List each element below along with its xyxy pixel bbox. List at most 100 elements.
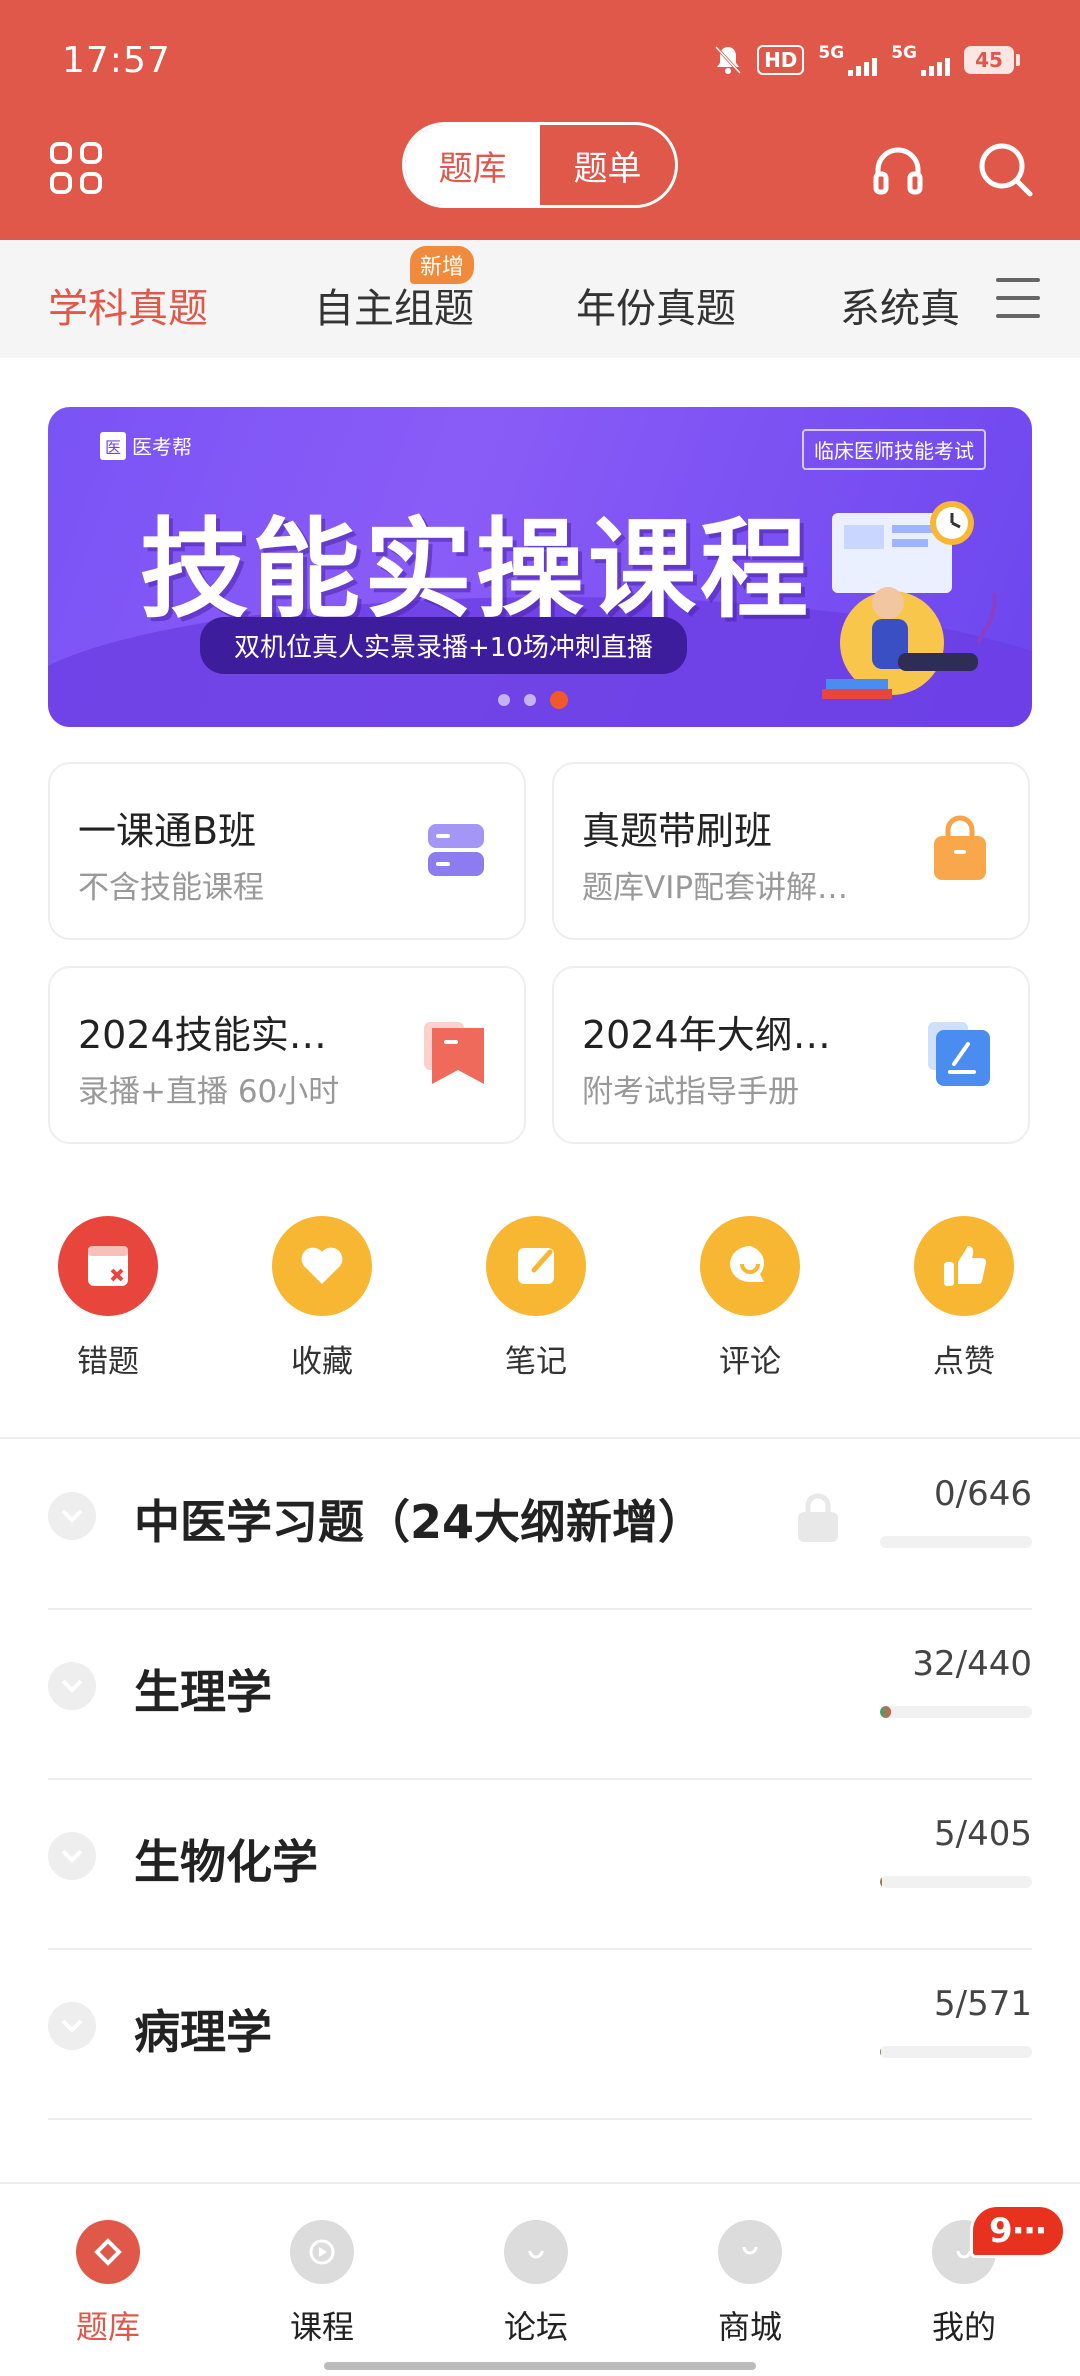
signal-5g-2: 5G	[891, 44, 950, 76]
subject-name: 生理学	[134, 1665, 272, 1719]
status-time: 17:57	[62, 39, 171, 81]
tab-question-list[interactable]: 题单	[540, 125, 675, 205]
progress-bar	[880, 1536, 1032, 1548]
subject-row[interactable]: 生物化学 5/405	[48, 1780, 1032, 1950]
card-title: 2024技能实…	[78, 1013, 327, 1057]
tab-subject-exams[interactable]: 学科真题	[48, 276, 208, 334]
notes-button[interactable]: 笔记	[466, 1216, 606, 1381]
nav-label: 课程	[289, 2308, 354, 2346]
header-bar: 17:57 HD 5G 5G 45 题库 题单	[0, 0, 1080, 240]
search-icon[interactable]	[976, 140, 1034, 198]
quick-action-label: 错题	[77, 1344, 139, 1380]
thumb-icon	[914, 1216, 1014, 1316]
subject-name: 病理学	[134, 2005, 272, 2059]
shop-icon	[718, 2220, 782, 2284]
menu-icon[interactable]	[996, 278, 1040, 318]
tab-year-exams[interactable]: 年份真题	[576, 276, 736, 334]
nav-forum[interactable]: 论坛	[466, 2220, 606, 2348]
favorites-button[interactable]: 收藏	[252, 1216, 392, 1381]
subject-name: 中医学习题（24大纲新增）	[134, 1495, 705, 1549]
quick-action-label: 点赞	[933, 1344, 995, 1380]
subject-row[interactable]: 中医学习题（24大纲新增） 0/646	[48, 1440, 1032, 1610]
banner-subtitle: 双机位真人实景录播+10场冲刺直播	[200, 617, 687, 674]
bottom-nav: 题库 课程 论坛 商城 我的	[0, 2182, 1080, 2376]
banner-tag: 临床医师技能考试	[802, 429, 986, 470]
signal-bars-icon	[848, 57, 878, 76]
nav-label: 论坛	[503, 2308, 568, 2346]
section-divider	[0, 1437, 1080, 1439]
card-title: 2024年大纲…	[582, 1013, 831, 1057]
lock-icon	[798, 1493, 838, 1542]
subject-count: 0/646	[934, 1474, 1032, 1514]
comments-button[interactable]: 评论	[680, 1216, 820, 1381]
chevron-down-icon[interactable]	[48, 1832, 96, 1880]
heart-icon	[272, 1216, 372, 1316]
wrong-questions-button[interactable]: 错题	[38, 1216, 178, 1381]
nav-label: 题库	[75, 2308, 140, 2346]
headset-icon[interactable]	[870, 142, 926, 198]
signal-bars-icon	[921, 57, 950, 76]
home-indicator[interactable]	[324, 2362, 756, 2370]
hd-badge: HD	[757, 45, 805, 75]
play-icon	[290, 2220, 354, 2284]
student-illustration-icon	[822, 501, 997, 699]
carousel-dot[interactable]	[524, 694, 536, 706]
quick-action-label: 收藏	[291, 1344, 353, 1380]
carousel-dot[interactable]	[498, 694, 510, 706]
promo-banner[interactable]: 医 医考帮 临床医师技能考试 技能实操课程 双机位真人实景录播+10场冲刺直播	[48, 407, 1032, 727]
subject-row[interactable]: 生理学 32/440	[48, 1610, 1032, 1780]
forum-icon	[504, 2220, 568, 2284]
bank-list-switch[interactable]: 题库 题单	[402, 122, 678, 208]
quick-action-label: 评论	[719, 1344, 781, 1380]
stack-icon	[428, 824, 484, 876]
bookmark-icon	[424, 1022, 484, 1084]
wrong-icon	[58, 1216, 158, 1316]
card-subtitle: 附考试指导手册	[582, 1074, 799, 1110]
chevron-down-icon[interactable]	[48, 1662, 96, 1710]
tab-label: 自主组题	[314, 286, 474, 332]
carousel-dots	[498, 691, 568, 709]
grid-icon[interactable]	[50, 142, 102, 194]
subject-count: 32/440	[912, 1644, 1032, 1684]
app-bar: 题库 题单	[0, 120, 1080, 216]
banner-title: 技能实操课程	[140, 508, 813, 633]
mute-bell-icon	[714, 45, 742, 75]
brand-logo: 医 医考帮	[100, 431, 192, 460]
subject-name: 生物化学	[134, 1835, 318, 1889]
tab-custom-quiz[interactable]: 自主组题 新增	[314, 246, 475, 334]
bag-icon	[934, 815, 986, 880]
likes-button[interactable]: 点赞	[894, 1216, 1034, 1381]
tab-system-exams[interactable]: 系统真	[840, 276, 960, 334]
subject-row[interactable]: 病理学 5/571	[48, 1950, 1032, 2120]
card-title: 一课通B班	[78, 809, 257, 853]
progress-bar	[880, 1706, 1032, 1718]
progress-bar	[880, 2046, 1032, 2058]
tab-question-bank[interactable]: 题库	[405, 125, 540, 205]
carousel-dot-active[interactable]	[550, 691, 568, 709]
nav-courses[interactable]: 课程	[252, 2220, 392, 2348]
course-card[interactable]: 一课通B班 不含技能课程	[48, 762, 526, 940]
nav-label: 商城	[717, 2308, 782, 2346]
logo-mark-icon: 医	[100, 431, 127, 460]
status-bar: 17:57 HD 5G 5G 45	[62, 36, 1020, 84]
comment-icon	[700, 1216, 800, 1316]
question-bank-icon	[76, 2220, 140, 2284]
category-tabs: 学科真题 自主组题 新增 年份真题 系统真	[0, 240, 1080, 358]
card-title: 真题带刷班	[582, 809, 773, 853]
nav-question-bank[interactable]: 题库	[38, 2220, 178, 2348]
status-icons: HD 5G 5G 45	[713, 44, 1020, 76]
card-subtitle: 题库VIP配套讲解…	[582, 870, 849, 906]
progress-bar	[880, 1876, 1032, 1888]
card-subtitle: 不含技能课程	[78, 870, 264, 906]
notification-badge: 9⋯	[970, 2204, 1066, 2258]
chevron-down-icon[interactable]	[48, 1492, 96, 1540]
course-card[interactable]: 2024年大纲… 附考试指导手册	[552, 966, 1030, 1144]
nav-label: 我的	[931, 2308, 996, 2346]
subject-count: 5/405	[934, 1814, 1032, 1854]
chevron-down-icon[interactable]	[48, 2002, 96, 2050]
course-card[interactable]: 真题带刷班 题库VIP配套讲解…	[552, 762, 1030, 940]
nav-shop[interactable]: 商城	[680, 2220, 820, 2348]
battery-icon: 45	[964, 46, 1020, 74]
course-card[interactable]: 2024技能实… 录播+直播 60小时	[48, 966, 526, 1144]
edit-icon	[928, 1022, 990, 1086]
